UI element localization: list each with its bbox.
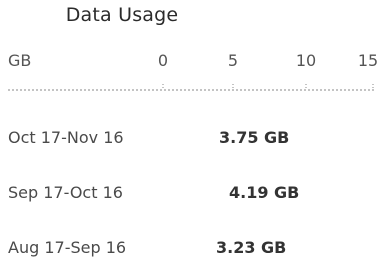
usage-value: 4.19 GB (229, 183, 300, 202)
usage-period: Oct 17-Nov 16 (8, 128, 124, 147)
usage-row: Aug 17-Sep 16 3.23 GB (0, 238, 384, 262)
usage-value: 3.75 GB (219, 128, 290, 147)
usage-axis (8, 84, 376, 91)
usage-period: Sep 17-Oct 16 (8, 183, 123, 202)
usage-row: Sep 17-Oct 16 4.19 GB (0, 183, 384, 207)
usage-value: 3.23 GB (216, 238, 287, 257)
usage-row: Oct 17-Nov 16 3.75 GB (0, 128, 384, 152)
usage-period: Aug 17-Sep 16 (8, 238, 127, 257)
page-title: Data Usage (65, 4, 179, 26)
